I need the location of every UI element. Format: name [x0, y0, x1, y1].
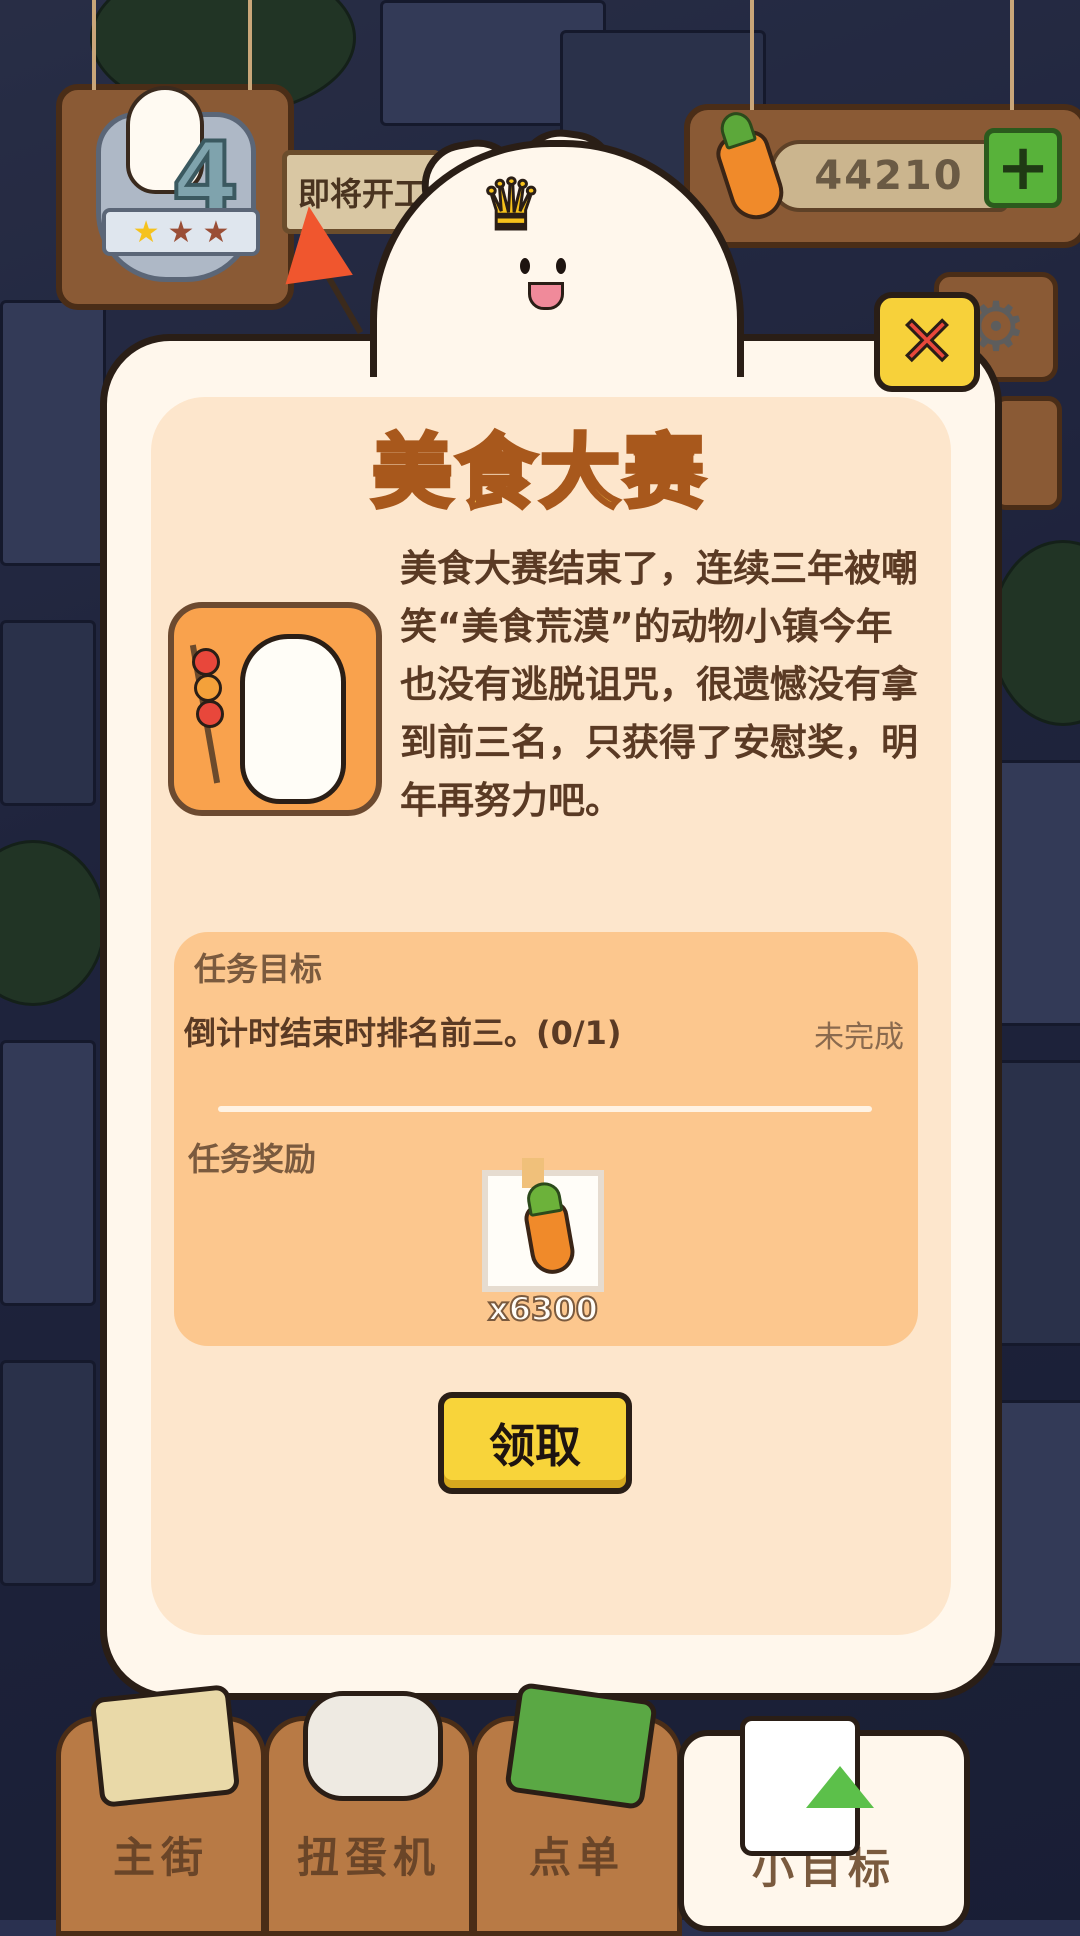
modal-title: 美食大赛: [370, 424, 708, 521]
nav-item-order[interactable]: 点单: [472, 1681, 682, 1936]
task-reward-label: 任务奖励: [188, 1140, 317, 1178]
add-carrots-button[interactable]: +: [984, 128, 1062, 208]
order-list-icon: [504, 1681, 658, 1811]
nav-label: 扭蛋机: [296, 1833, 441, 1882]
event-icon: [168, 602, 382, 816]
level-sign[interactable]: 4 ★ ★ ★: [56, 0, 294, 310]
flag-icon: [275, 201, 353, 285]
crown-icon: ♛: [479, 164, 545, 246]
nav-label: 点单: [528, 1833, 625, 1882]
close-button[interactable]: ✕: [874, 292, 980, 392]
mascot-face: [506, 248, 586, 310]
reward-count: x6300: [487, 1289, 599, 1329]
task-status: 未完成: [814, 1020, 904, 1055]
carrot-icon: [711, 125, 791, 227]
event-description: 美食大赛结束了，连续三年被嘲笑“美食荒漠”的动物小镇今年也没有逃脱诅咒，很遗憾没…: [400, 547, 918, 822]
skewer-ball: [194, 674, 222, 702]
nav-label: 主街: [112, 1833, 209, 1882]
skewer-ball: [196, 700, 224, 728]
rope: [1010, 0, 1014, 110]
task-goal-label: 任务目标: [194, 950, 323, 988]
claim-button[interactable]: 领取: [438, 1392, 632, 1494]
eye: [520, 258, 530, 274]
divider: [218, 1106, 872, 1112]
carrot-currency-bar: 44210 +: [684, 0, 1080, 248]
rope: [750, 0, 754, 110]
tongue: [528, 282, 564, 310]
star-icon: ★: [202, 214, 230, 250]
rope: [92, 0, 96, 90]
rope: [248, 0, 252, 90]
carrot-count: 44210: [770, 140, 1008, 212]
gamepad-icon: [303, 1691, 443, 1801]
bunny-icon: [240, 634, 346, 804]
nav-item-gacha[interactable]: 扭蛋机: [264, 1691, 474, 1936]
star-icon: ★: [132, 214, 160, 250]
map-icon: [89, 1683, 241, 1809]
level-stars: ★ ★ ★: [102, 208, 260, 256]
skewer-ball: [192, 648, 220, 676]
eye: [556, 258, 566, 274]
up-arrow-icon: [806, 1766, 874, 1808]
bottom-nav: 主街 扭蛋机 点单 小目标: [0, 1680, 1080, 1936]
task-description: 倒计时结束时排名前三。(0/1): [184, 1014, 622, 1052]
nav-item-main-street[interactable]: 主街: [56, 1683, 266, 1936]
star-icon: ★: [167, 214, 195, 250]
